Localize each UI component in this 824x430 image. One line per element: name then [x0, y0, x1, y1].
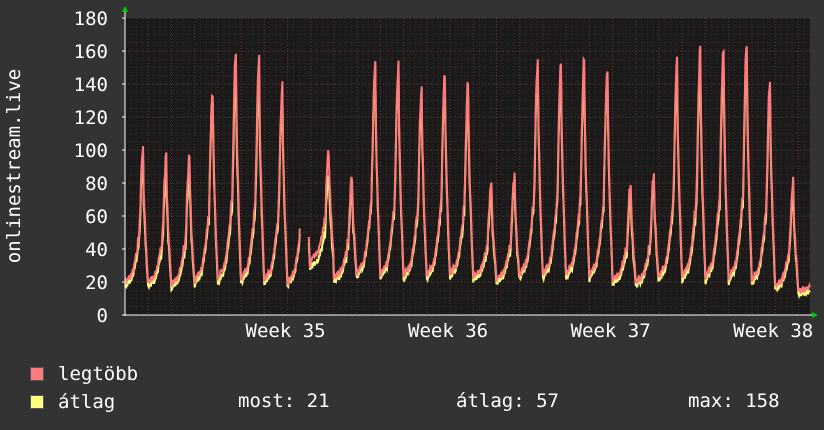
- stat-max: max: 158: [688, 390, 780, 412]
- stat-current: most: 21: [238, 390, 330, 412]
- y-tick-label: 140: [74, 74, 108, 96]
- x-tick-label: Week 37: [571, 320, 651, 342]
- x-axis: Week 35 Week 36 Week 37 Week 38: [246, 320, 814, 342]
- y-tick-label: 80: [85, 173, 108, 195]
- y-tick-label: 100: [74, 140, 108, 162]
- y-tick-label: 40: [85, 239, 108, 261]
- y-tick-label: 0: [97, 305, 108, 327]
- traffic-chart: 020406080100120140160180 Week 35 Week 36 W…: [3, 6, 818, 342]
- legend-max-label: legtöbb: [58, 363, 139, 385]
- legend-swatch-avg: [30, 395, 44, 409]
- y-tick-label: 120: [74, 107, 108, 129]
- y-tick-label: 180: [74, 8, 108, 30]
- legend-max: legtöbb: [30, 362, 138, 386]
- y-axis-label: onlinestream.live: [3, 69, 25, 263]
- x-axis-arrow-icon: [812, 312, 818, 318]
- legend-avg: átlag: [30, 390, 115, 414]
- y-tick-label: 20: [85, 272, 108, 294]
- y-tick-label: 160: [74, 41, 108, 63]
- x-tick-label: Week 36: [408, 320, 488, 342]
- y-axis: 0 20 40 60 80 100 120 140 160 180: [74, 8, 125, 327]
- x-tick-label: Week 38: [733, 320, 813, 342]
- stat-average: átlag: 57: [456, 390, 559, 412]
- y-tick-label: 60: [85, 206, 108, 228]
- legend-swatch-max: [30, 367, 44, 381]
- x-tick-label: Week 35: [246, 320, 326, 342]
- y-axis-arrow-icon: [122, 6, 128, 12]
- legend-avg-label: átlag: [58, 391, 116, 413]
